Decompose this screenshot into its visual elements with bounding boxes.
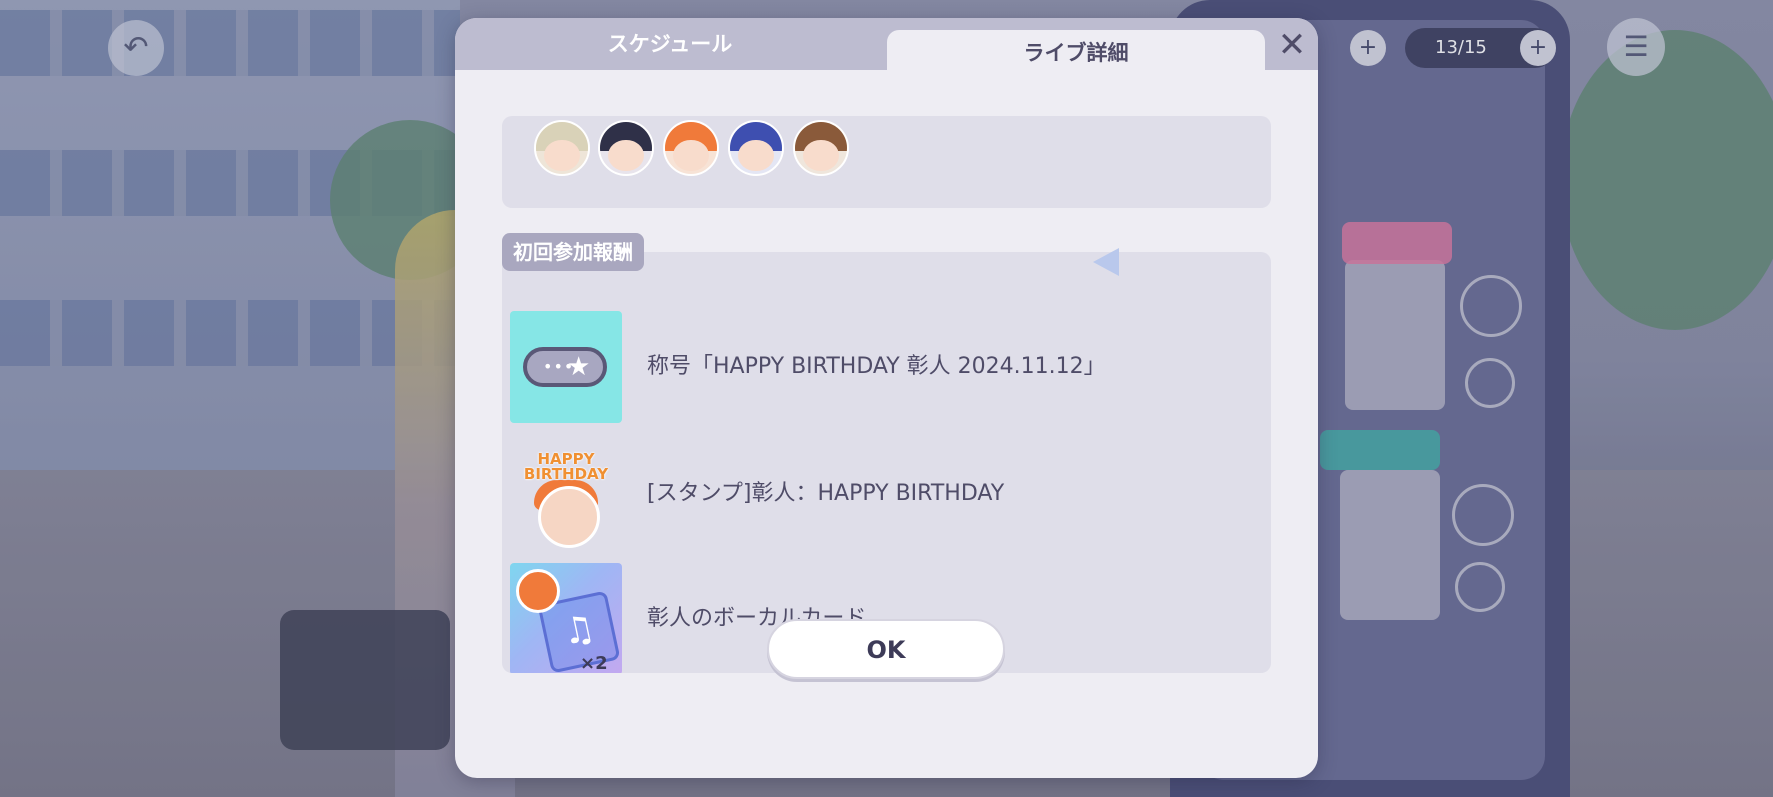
member-avatar: [534, 120, 590, 176]
reward-item-stamp: HAPPY BIRTHDAY [スタンプ]彰人：HAPPY BIRTHDAY: [502, 438, 1271, 553]
tab-bar: スケジュール ライブ詳細 ✕: [455, 18, 1318, 88]
tab-live-detail[interactable]: ライブ詳細: [887, 30, 1265, 88]
member-avatar-list: [502, 116, 1271, 208]
close-icon[interactable]: ✕: [1273, 26, 1311, 64]
avatar-face: [803, 140, 839, 172]
star-icon: ★: [567, 352, 591, 382]
avatar-face: [608, 140, 644, 172]
avatar-face: [673, 140, 709, 172]
member-avatar: [663, 120, 719, 176]
decorative-triangle: [1093, 248, 1119, 276]
stamp-icon: HAPPY BIRTHDAY: [510, 438, 622, 550]
vocal-card-icon: ♫ ×2: [510, 563, 622, 673]
card-character-avatar: [516, 569, 560, 613]
reward-title-text: 称号「HAPPY BIRTHDAY 彰人 2024.11.12」: [647, 354, 1106, 379]
first-participation-reward-label: 初回参加報酬: [502, 233, 644, 271]
live-detail-modal: スケジュール ライブ詳細 ✕ ••• ★ 称号「HAPPY BIRTHDAY 彰…: [455, 18, 1318, 778]
member-avatar: [793, 120, 849, 176]
stamp-caption: HAPPY BIRTHDAY: [523, 450, 609, 483]
member-avatar: [598, 120, 654, 176]
reward-stamp-text: [スタンプ]彰人：HAPPY BIRTHDAY: [647, 481, 1005, 506]
tab-schedule[interactable]: スケジュール: [455, 18, 885, 70]
member-avatar: [728, 120, 784, 176]
title-pill-icon: ••• ★: [523, 347, 607, 387]
avatar-face: [738, 140, 774, 172]
avatar-face: [544, 140, 580, 172]
ok-button[interactable]: OK: [767, 619, 1005, 679]
stamp-character-face: [538, 486, 600, 548]
reward-count: ×2: [580, 653, 608, 673]
title-badge-icon: ••• ★: [510, 311, 622, 423]
reward-item-title: ••• ★ 称号「HAPPY BIRTHDAY 彰人 2024.11.12」: [502, 311, 1271, 426]
reward-list[interactable]: ••• ★ 称号「HAPPY BIRTHDAY 彰人 2024.11.12」 H…: [502, 252, 1271, 673]
